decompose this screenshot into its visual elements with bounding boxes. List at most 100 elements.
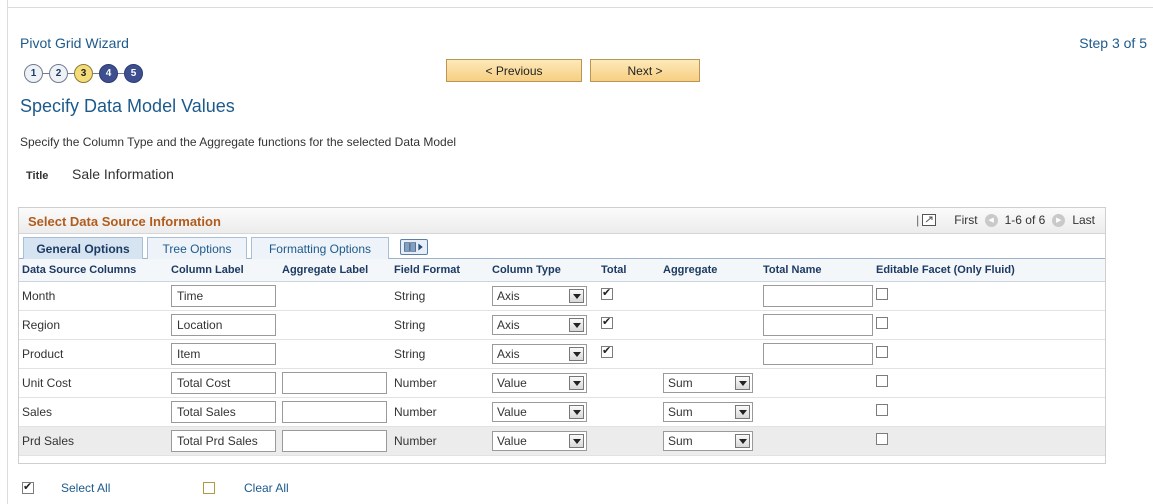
editable-facet-cell (873, 368, 1105, 398)
source-column-cell: Sales (19, 397, 168, 427)
left-rule (0, 0, 8, 504)
step-2[interactable]: 2 (49, 64, 68, 83)
select-all-checkbox-icon[interactable] (22, 480, 34, 494)
column-type-cell: Axis (489, 310, 598, 340)
step-progress: 1 2 3 4 5 (24, 64, 143, 83)
aggregate-label-cell (279, 397, 391, 427)
aggregate-select[interactable]: Sum (663, 372, 753, 393)
prev-row-icon[interactable]: ◀ (984, 213, 998, 227)
step-1[interactable]: 1 (24, 64, 43, 83)
aggregate-cell: Sum (660, 368, 760, 398)
column-label-input[interactable] (171, 284, 276, 307)
chevron-down-icon[interactable] (569, 317, 584, 332)
step-4: 4 (99, 64, 118, 83)
aggregate-select[interactable]: Sum (663, 430, 753, 451)
aggregate-label-cell (279, 426, 391, 456)
title-value: Sale Information (72, 166, 174, 182)
grid-header: Select Data Source Information | First ◀… (19, 208, 1105, 234)
column-type-select[interactable]: Axis (492, 343, 587, 364)
chevron-down-icon[interactable] (569, 404, 584, 419)
column-label-input[interactable] (171, 313, 276, 336)
editable-facet-checkbox[interactable] (876, 404, 888, 416)
editable-facet-checkbox[interactable] (876, 346, 888, 358)
zoom-icon[interactable] (922, 214, 937, 226)
column-label-input[interactable] (171, 400, 276, 423)
step-indicator: Step 3 of 5 (1079, 35, 1147, 51)
total-name-cell (760, 281, 873, 311)
total-name-cell (760, 310, 873, 340)
editable-facet-checkbox[interactable] (876, 288, 888, 300)
chevron-down-icon[interactable] (735, 433, 750, 448)
editable-facet-checkbox[interactable] (876, 317, 888, 329)
aggregate-label-input[interactable] (282, 400, 387, 423)
aggregate-select[interactable]: Sum (663, 401, 753, 422)
total-name-cell (760, 368, 873, 398)
total-name-input[interactable] (763, 313, 873, 336)
row-range: 1-6 of 6 (1004, 213, 1046, 227)
next-row-icon[interactable]: ▶ (1052, 213, 1066, 227)
total-checkbox[interactable] (601, 344, 613, 358)
chevron-down-icon[interactable] (569, 433, 584, 448)
step-3: 3 (74, 64, 93, 83)
aggregate-value: Sum (668, 375, 693, 390)
table-row: Sales Number Value Sum (19, 397, 1105, 427)
step-5: 5 (124, 64, 143, 83)
column-header: Field Format (391, 259, 489, 282)
total-cell (598, 397, 660, 427)
column-label-input[interactable] (171, 429, 276, 452)
select-all-link[interactable]: Select All (61, 481, 110, 495)
tab-formatting-options[interactable]: Formatting Options (251, 237, 389, 259)
column-label-cell (168, 368, 279, 398)
next-button[interactable]: Next > (590, 59, 700, 82)
editable-facet-cell (873, 339, 1105, 369)
chevron-down-icon[interactable] (569, 346, 584, 361)
tab-general-options[interactable]: General Options (23, 237, 143, 260)
column-type-cell: Value (489, 426, 598, 456)
column-label-cell (168, 339, 279, 369)
column-type-value: Value (497, 404, 527, 419)
source-column-cell: Unit Cost (19, 368, 168, 398)
column-header: Aggregate Label (279, 259, 391, 282)
data-source-table: Data Source Columns Column Label Aggrega… (19, 259, 1105, 456)
total-name-input[interactable] (763, 284, 873, 307)
column-type-select[interactable]: Value (492, 430, 587, 451)
clear-all-checkbox-icon[interactable] (203, 482, 215, 494)
first-link[interactable]: First (954, 213, 977, 227)
last-link[interactable]: Last (1072, 213, 1095, 227)
total-name-input[interactable] (763, 342, 873, 365)
editable-facet-cell (873, 310, 1105, 340)
page-title: Specify Data Model Values (20, 96, 235, 116)
column-header: Editable Facet (Only Fluid) (873, 259, 1105, 282)
chevron-down-icon[interactable] (735, 404, 750, 419)
column-type-select[interactable]: Value (492, 372, 587, 393)
previous-button[interactable]: < Previous (446, 59, 582, 82)
column-label-input[interactable] (171, 342, 276, 365)
column-type-select[interactable]: Axis (492, 285, 587, 306)
total-checkbox[interactable] (601, 315, 613, 329)
aggregate-cell: Sum (660, 426, 760, 456)
aggregate-label-input[interactable] (282, 429, 387, 452)
column-header: Column Label (168, 259, 279, 282)
column-type-select[interactable]: Value (492, 401, 587, 422)
clear-all-link[interactable]: Clear All (244, 481, 289, 495)
column-label-input[interactable] (171, 371, 276, 394)
total-checkbox[interactable] (601, 286, 613, 300)
column-type-select[interactable]: Axis (492, 314, 587, 335)
aggregate-cell (660, 339, 760, 369)
tab-tree-options[interactable]: Tree Options (147, 237, 247, 259)
column-header: Total (598, 259, 660, 282)
show-all-columns-icon[interactable] (400, 239, 428, 255)
chevron-down-icon[interactable] (735, 375, 750, 390)
editable-facet-cell (873, 426, 1105, 456)
column-label-cell (168, 281, 279, 311)
chevron-down-icon[interactable] (569, 288, 584, 303)
chevron-down-icon[interactable] (569, 375, 584, 390)
total-cell (598, 339, 660, 369)
editable-facet-checkbox[interactable] (876, 375, 888, 387)
field-format-cell: Number (391, 426, 489, 456)
column-label-cell (168, 310, 279, 340)
editable-facet-checkbox[interactable] (876, 433, 888, 445)
aggregate-label-input[interactable] (282, 371, 387, 394)
column-type-value: Value (497, 375, 527, 390)
nav-separator: | (916, 213, 920, 227)
